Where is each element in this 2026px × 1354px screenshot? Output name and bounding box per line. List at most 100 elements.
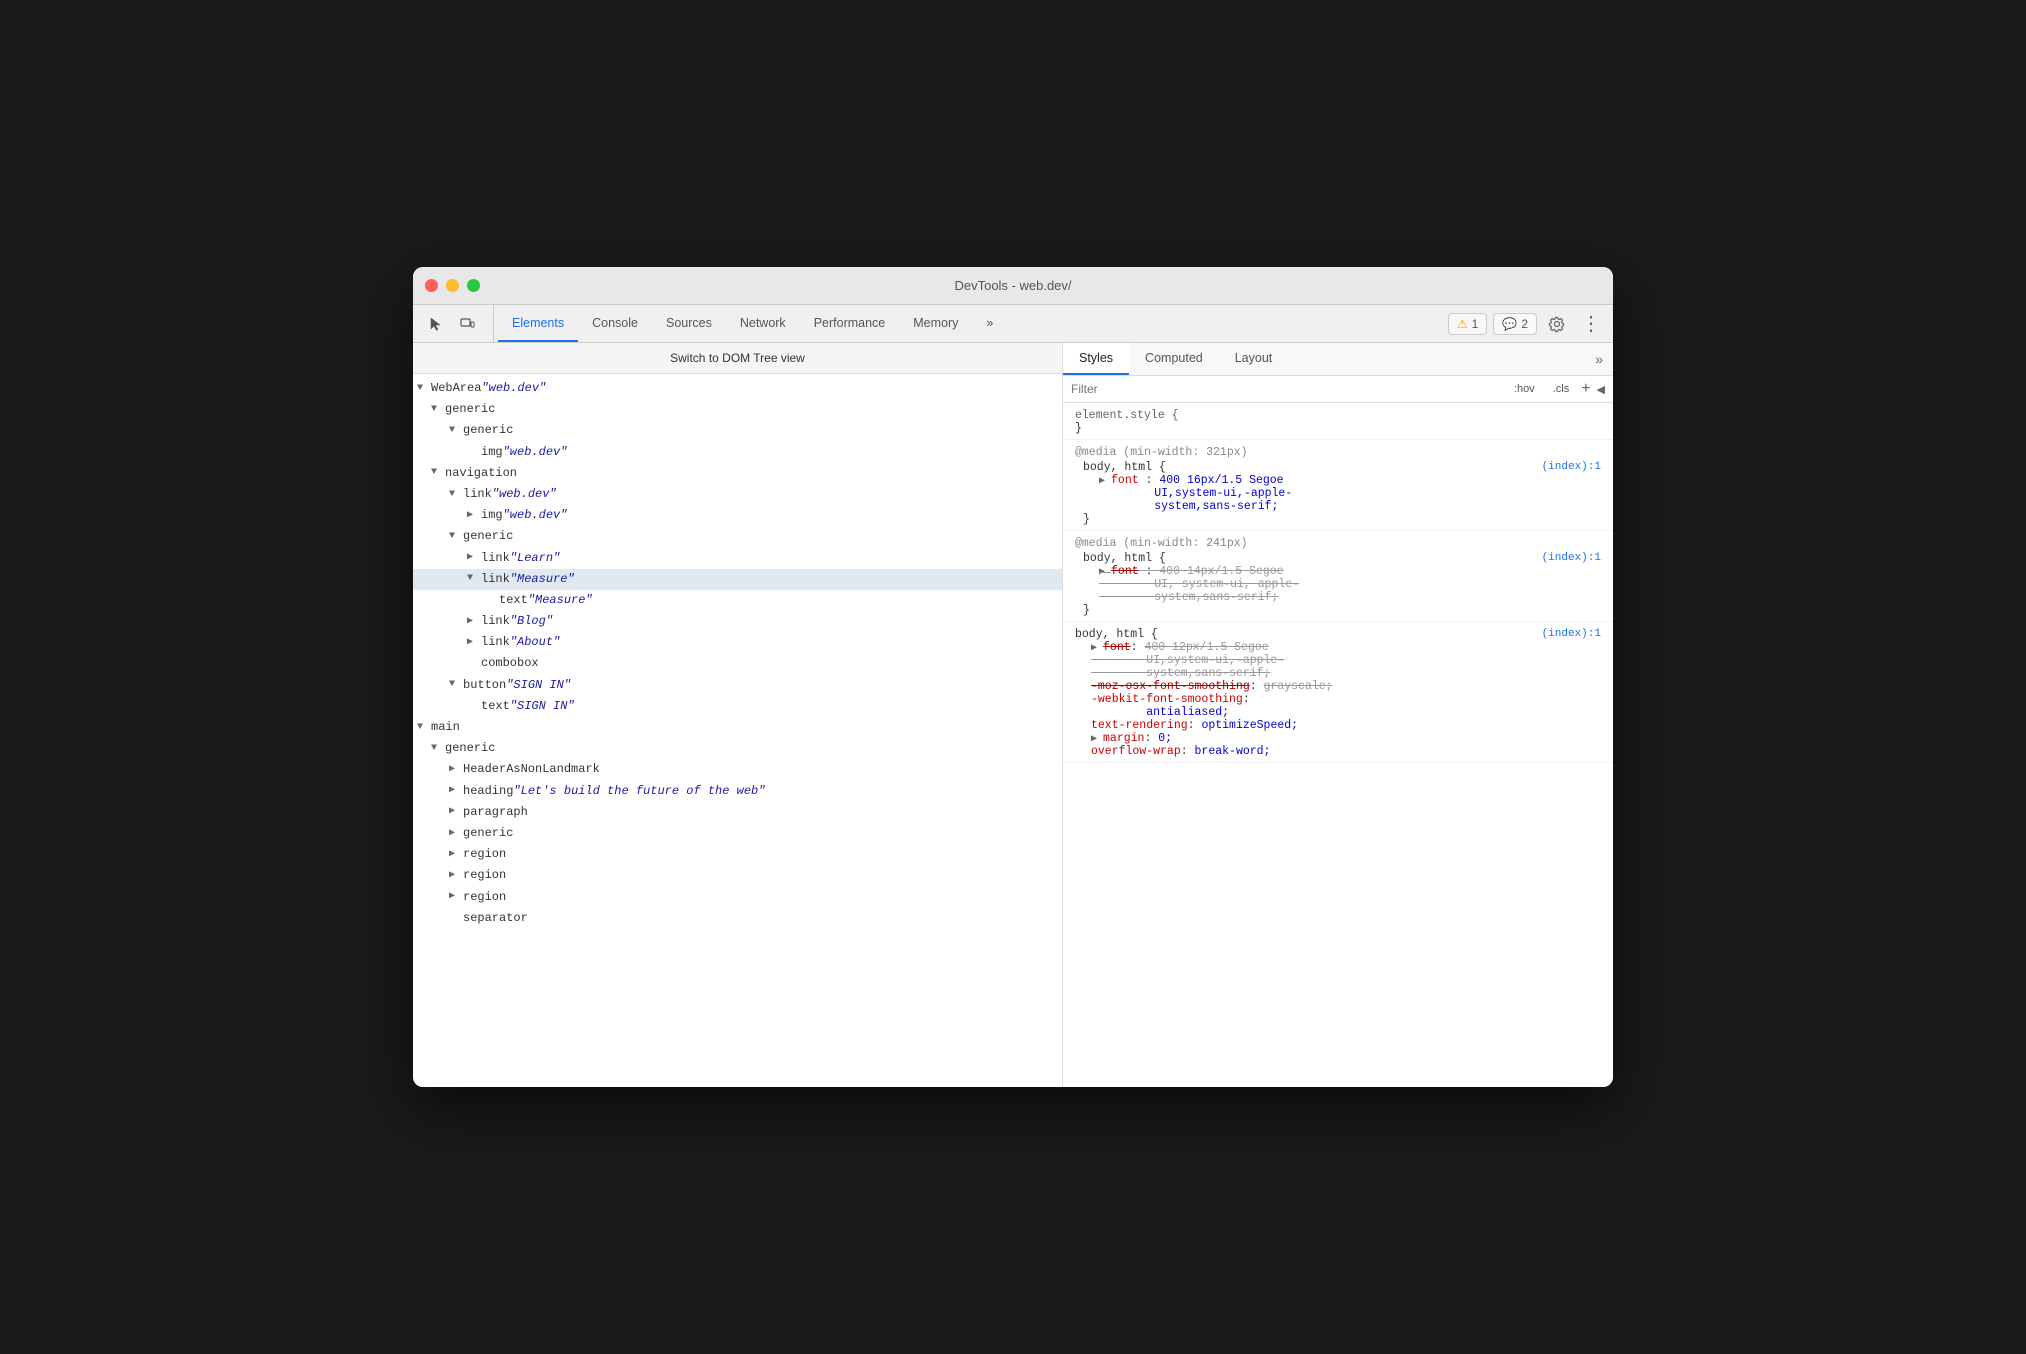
css-prop-font-321: ▶ font : 400 16px/1.5 Segoe UI,system-ui…	[1083, 474, 1601, 513]
css-prop-font-body: ▶ font: 400 12px/1.5 Segoe UI,system-ui,…	[1075, 641, 1601, 680]
tab-layout[interactable]: Layout	[1219, 343, 1289, 375]
devtools-toolbar: Elements Console Sources Network Perform…	[413, 305, 1613, 343]
css-media-321-inner: body, html { (index):1 ▶ font : 400 16px…	[1075, 461, 1601, 526]
tree-arrow-button-signin[interactable]	[449, 677, 463, 693]
font-triangle-body[interactable]: ▶	[1091, 643, 1103, 654]
css-prop-overflow-wrap: overflow-wrap: break-word;	[1075, 745, 1601, 758]
css-prop-margin: ▶ margin: 0;	[1075, 732, 1601, 745]
tree-row-link-blog[interactable]: link "Blog"	[413, 611, 1062, 632]
tree-row-header-nonlandmark[interactable]: HeaderAsNonLandmark	[413, 759, 1062, 780]
style-arrow-button[interactable]: ◀	[1597, 383, 1605, 396]
font-triangle-321[interactable]: ▶	[1099, 476, 1111, 487]
minimize-button[interactable]	[446, 279, 459, 292]
tree-row-region1[interactable]: region	[413, 844, 1062, 865]
tree-row-separator[interactable]: separator	[413, 908, 1062, 929]
tab-more[interactable]: »	[972, 305, 1007, 342]
device-toolbar-button[interactable]	[453, 310, 481, 338]
tree-arrow-generic4[interactable]	[431, 741, 445, 757]
tree-row-button-signin[interactable]: button "SIGN IN"	[413, 675, 1062, 696]
tree-row-text-signin[interactable]: text "SIGN IN"	[413, 696, 1062, 717]
css-media-241-inner: body, html { (index):1 ▶ font : 400 14px…	[1075, 552, 1601, 617]
tree-row-generic1[interactable]: generic	[413, 399, 1062, 420]
tree-arrow-region1[interactable]	[449, 847, 463, 863]
tree-arrow-main[interactable]	[417, 720, 431, 736]
messages-button[interactable]: 💬 2	[1493, 313, 1537, 335]
tree-row-paragraph[interactable]: paragraph	[413, 802, 1062, 823]
tree-arrow-link-measure[interactable]	[467, 571, 481, 587]
tab-memory[interactable]: Memory	[899, 305, 972, 342]
tree-row-navigation[interactable]: navigation	[413, 463, 1062, 484]
tree-row-region2[interactable]: region	[413, 865, 1062, 886]
tree-arrow-header-nonlandmark[interactable]	[449, 762, 463, 778]
tab-styles[interactable]: Styles	[1063, 343, 1129, 375]
tree-arrow-navigation[interactable]	[431, 465, 445, 481]
tree-arrow-region2[interactable]	[449, 868, 463, 884]
styles-tabs: Styles Computed Layout »	[1063, 343, 1613, 376]
cls-button[interactable]: .cls	[1547, 380, 1576, 398]
tree-arrow-heading[interactable]	[449, 783, 463, 799]
tree-row-generic3[interactable]: generic	[413, 526, 1062, 547]
tab-sources[interactable]: Sources	[652, 305, 726, 342]
toolbar-right-actions: ⚠ 1 💬 2 ⋮	[1448, 305, 1605, 342]
tree-row-heading[interactable]: heading "Let's build the future of the w…	[413, 781, 1062, 802]
tree-arrow-link-learn[interactable]	[467, 550, 481, 566]
warnings-button[interactable]: ⚠ 1	[1448, 313, 1487, 335]
css-prop-text-rendering: text-rendering: optimizeSpeed;	[1075, 719, 1601, 732]
tree-row-text-measure[interactable]: text "Measure"	[413, 590, 1062, 611]
add-style-button[interactable]: +	[1581, 380, 1590, 398]
tree-row-generic5[interactable]: generic	[413, 823, 1062, 844]
tab-network[interactable]: Network	[726, 305, 800, 342]
hov-button[interactable]: :hov	[1508, 380, 1541, 398]
tree-arrow-region3[interactable]	[449, 889, 463, 905]
tree-row-img1[interactable]: img "web.dev"	[413, 442, 1062, 463]
css-media-query-321: @media (min-width: 321px)	[1075, 446, 1601, 461]
tree-row-link-learn[interactable]: link "Learn"	[413, 548, 1062, 569]
tree-arrow-link-blog[interactable]	[467, 614, 481, 630]
css-close-241: }	[1083, 604, 1601, 617]
tree-row-img-webdev[interactable]: img "web.dev"	[413, 505, 1062, 526]
dom-tree-switch[interactable]: Switch to DOM Tree view	[413, 343, 1062, 374]
css-close-321: }	[1083, 513, 1601, 526]
tree-arrow-paragraph[interactable]	[449, 804, 463, 820]
tree-row-region3[interactable]: region	[413, 887, 1062, 908]
tree-row-combobox[interactable]: combobox	[413, 653, 1062, 674]
tree-row-generic2[interactable]: generic	[413, 420, 1062, 441]
titlebar: DevTools - web.dev/	[413, 267, 1613, 305]
tree-row-webarea[interactable]: WebArea "web.dev"	[413, 378, 1062, 399]
tab-computed[interactable]: Computed	[1129, 343, 1219, 375]
font-triangle-241[interactable]: ▶	[1099, 567, 1111, 578]
tree-arrow-generic3[interactable]	[449, 529, 463, 545]
tab-console[interactable]: Console	[578, 305, 652, 342]
css-rule-media-321: @media (min-width: 321px) body, html { (…	[1063, 440, 1613, 531]
css-prop-webkit-smoothing: -webkit-font-smoothing: antialiased;	[1075, 693, 1601, 719]
tree-row-main[interactable]: main	[413, 717, 1062, 738]
dom-panel: Switch to DOM Tree view WebArea "web.dev…	[413, 343, 1063, 1087]
css-prop-font-241: ▶ font : 400 14px/1.5 Segoe UI, system-u…	[1083, 565, 1601, 604]
settings-button[interactable]	[1543, 310, 1571, 338]
css-media-query-241: @media (min-width: 241px)	[1075, 537, 1601, 552]
tree-row-generic4[interactable]: generic	[413, 738, 1062, 759]
dom-tree[interactable]: WebArea "web.dev" generic	[413, 374, 1062, 1087]
maximize-button[interactable]	[467, 279, 480, 292]
tree-arrow-generic2[interactable]	[449, 423, 463, 439]
tree-arrow-img-webdev[interactable]	[467, 508, 481, 524]
tree-arrow-webarea[interactable]	[417, 381, 431, 397]
styles-filter-input[interactable]	[1071, 382, 1502, 396]
tree-arrow-generic1[interactable]	[431, 402, 445, 418]
more-options-button[interactable]: ⋮	[1577, 310, 1605, 338]
cursor-tool-button[interactable]	[421, 310, 449, 338]
tree-arrow-generic5[interactable]	[449, 826, 463, 842]
tree-arrow-link-about[interactable]	[467, 635, 481, 651]
tab-performance[interactable]: Performance	[800, 305, 900, 342]
margin-triangle[interactable]: ▶	[1091, 734, 1103, 745]
tree-arrow-link-webdev[interactable]	[449, 487, 463, 503]
tree-row-link-about[interactable]: link "About"	[413, 632, 1062, 653]
css-selector-321: body, html { (index):1	[1083, 461, 1601, 474]
styles-filter-bar: :hov .cls + ◀	[1063, 376, 1613, 403]
tab-elements[interactable]: Elements	[498, 305, 578, 342]
tree-row-link-webdev[interactable]: link "web.dev"	[413, 484, 1062, 505]
devtools-body: Switch to DOM Tree view WebArea "web.dev…	[413, 343, 1613, 1087]
tree-row-link-measure[interactable]: link "Measure"	[413, 569, 1062, 590]
styles-tab-more[interactable]: »	[1585, 343, 1613, 375]
close-button[interactable]	[425, 279, 438, 292]
